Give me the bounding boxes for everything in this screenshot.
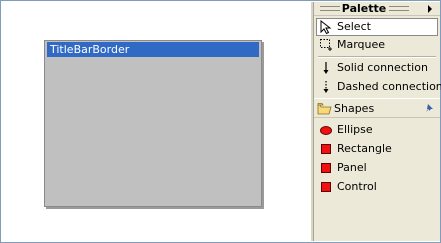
shape-panel[interactable]: Panel bbox=[316, 159, 438, 177]
shape-ellipse[interactable]: Ellipse bbox=[316, 121, 438, 139]
shape-rectangle[interactable]: Rectangle bbox=[316, 140, 438, 158]
diagram-canvas[interactable]: TitleBarBorder bbox=[2, 2, 311, 241]
shape-control[interactable]: Control bbox=[316, 178, 438, 196]
grip-right bbox=[389, 6, 409, 11]
control-icon bbox=[319, 180, 333, 194]
titlebarborder-figure[interactable]: TitleBarBorder bbox=[44, 40, 262, 207]
palette-panel: Palette Select Marquee Solid connection bbox=[314, 2, 441, 241]
tool-dashed-connection-label: Dashed connection bbox=[337, 80, 441, 93]
palette-title: Palette bbox=[341, 2, 387, 15]
shape-panel-label: Panel bbox=[337, 161, 367, 174]
tool-solid-connection-label: Solid connection bbox=[337, 61, 428, 74]
collapse-arrow-icon[interactable] bbox=[428, 5, 432, 13]
palette-separator bbox=[318, 56, 436, 58]
solid-connection-icon bbox=[323, 62, 329, 74]
shape-control-label: Control bbox=[337, 180, 377, 193]
pin-icon[interactable] bbox=[425, 103, 435, 113]
ellipse-icon bbox=[319, 123, 333, 137]
shape-ellipse-label: Ellipse bbox=[337, 123, 373, 136]
grip-left bbox=[320, 6, 340, 11]
arrow-cursor-icon bbox=[320, 20, 332, 34]
tool-solid-connection[interactable]: Solid connection bbox=[316, 59, 438, 77]
marquee-icon bbox=[320, 39, 332, 51]
panel-icon bbox=[319, 161, 333, 175]
figure-title-bar[interactable]: TitleBarBorder bbox=[47, 42, 259, 57]
editor-window: TitleBarBorder Palette Select Marquee So… bbox=[0, 0, 441, 243]
shapes-drawer[interactable]: Shapes bbox=[314, 98, 440, 118]
tool-dashed-connection[interactable]: Dashed connection bbox=[316, 78, 441, 96]
tool-select[interactable]: Select bbox=[316, 18, 438, 36]
palette-header[interactable]: Palette bbox=[314, 2, 440, 16]
shape-rectangle-label: Rectangle bbox=[337, 142, 392, 155]
folder-icon bbox=[317, 103, 332, 115]
tool-marquee-label: Marquee bbox=[337, 38, 386, 51]
rectangle-icon bbox=[319, 142, 333, 156]
dashed-connection-icon bbox=[323, 81, 329, 93]
shapes-drawer-label: Shapes bbox=[334, 102, 375, 115]
tool-select-label: Select bbox=[337, 20, 371, 33]
tool-marquee[interactable]: Marquee bbox=[316, 36, 438, 54]
